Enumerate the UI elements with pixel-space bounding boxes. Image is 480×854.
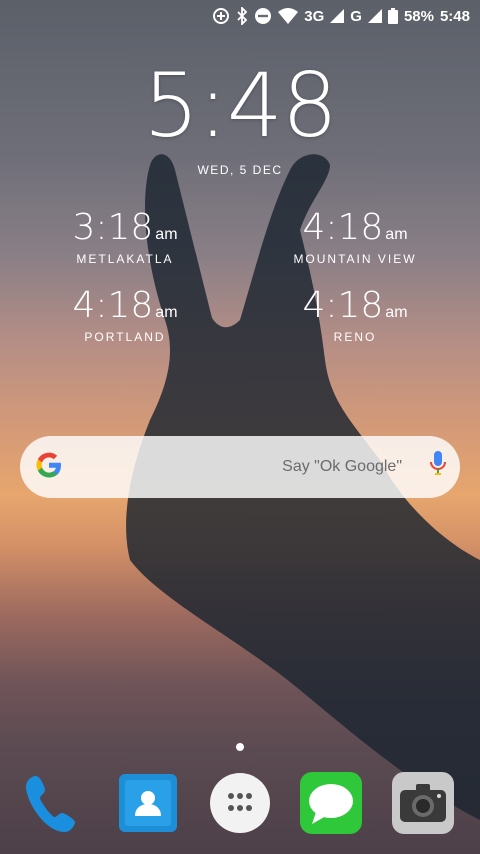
data-saver-icon xyxy=(212,6,230,26)
world-clock-metlakatla[interactable]: 3:18 am METLAKATLA xyxy=(25,207,225,267)
world-clock-city: MOUNTAIN VIEW xyxy=(293,252,417,266)
world-clock-ampm: am xyxy=(155,226,178,243)
page-indicator xyxy=(236,743,244,751)
network-type-label: 3G xyxy=(304,7,325,25)
contacts-icon[interactable] xyxy=(115,770,181,836)
bluetooth-icon xyxy=(236,6,248,26)
world-clock-reno[interactable]: 4:18 am RENO xyxy=(255,285,455,345)
battery-percent: 58% xyxy=(403,7,434,25)
world-clock-ampm: am xyxy=(385,304,408,321)
world-clock-city: RENO xyxy=(333,330,377,344)
do-not-disturb-icon xyxy=(254,6,272,26)
world-clock-ampm: am xyxy=(155,304,178,321)
date-label: WED, 5 DEC xyxy=(197,163,283,177)
world-clock-time: 3:18 xyxy=(72,207,154,248)
world-clock-city: PORTLAND xyxy=(84,330,166,344)
phone-icon[interactable] xyxy=(22,770,88,836)
camera-icon[interactable] xyxy=(390,770,456,836)
app-dock xyxy=(0,770,480,840)
world-clock-mountain-view[interactable]: 4:18 am MOUNTAIN VIEW xyxy=(255,207,455,267)
google-search-bar[interactable]: Say "Ok Google" xyxy=(20,436,460,498)
messages-icon[interactable] xyxy=(298,770,364,836)
world-clock-time: 4:18 xyxy=(302,285,384,326)
world-clock-time: 4:18 xyxy=(72,285,154,326)
wifi-icon xyxy=(278,6,299,26)
world-clock-ampm: am xyxy=(385,226,408,243)
status-time: 5:48 xyxy=(439,7,470,25)
world-clock-city: METLAKATLA xyxy=(76,252,174,266)
main-clock[interactable]: 5:48 xyxy=(0,62,480,150)
app-drawer-icon[interactable] xyxy=(207,770,273,836)
world-clock-time: 4:18 xyxy=(302,207,384,248)
battery-icon xyxy=(387,6,398,26)
signal-icon xyxy=(330,6,345,26)
world-clock-portland[interactable]: 4:18 am PORTLAND xyxy=(25,285,225,345)
search-hint-text: Say "Ok Google" xyxy=(282,458,402,475)
network-type-2-label: G xyxy=(350,7,362,25)
google-logo-icon xyxy=(34,450,64,484)
status-bar: 3G G 58% 5:48 xyxy=(0,0,480,32)
mic-icon[interactable] xyxy=(430,451,446,483)
signal-2-icon xyxy=(367,6,382,26)
